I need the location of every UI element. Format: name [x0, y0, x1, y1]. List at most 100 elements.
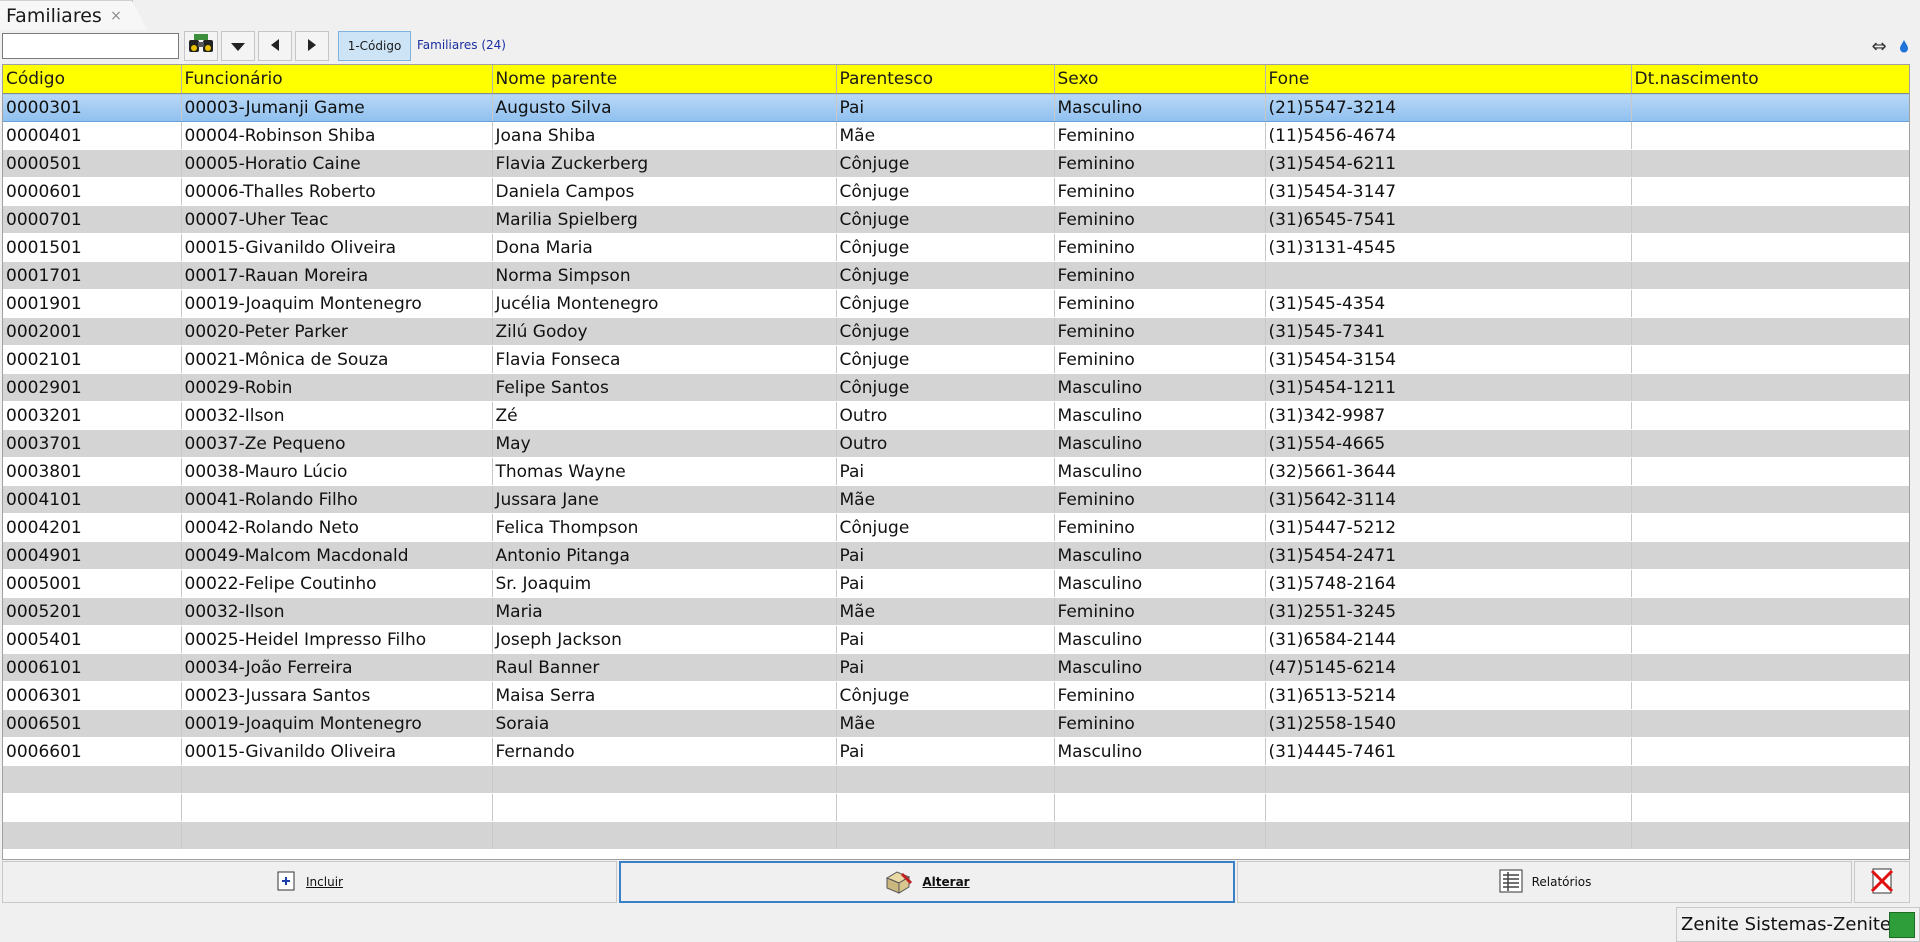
table-cell[interactable]: Augusto Silva — [492, 93, 837, 122]
table-cell[interactable] — [836, 765, 1055, 794]
table-cell[interactable]: 0005001 — [3, 569, 182, 598]
table-cell[interactable]: Cônjuge — [836, 233, 1055, 262]
table-cell[interactable] — [1631, 793, 1909, 822]
table-cell[interactable]: 00021-Mônica de Souza — [181, 345, 493, 374]
table-cell[interactable]: Masculino — [1054, 653, 1266, 682]
table-row[interactable]: 0001501 00015-Givanildo Oliveira Dona Mari… — [3, 233, 1909, 262]
table-cell[interactable]: Masculino — [1054, 457, 1266, 486]
table-cell[interactable] — [1265, 821, 1632, 850]
table-cell[interactable] — [181, 793, 493, 822]
table-cell[interactable]: Cônjuge — [836, 177, 1055, 206]
table-cell[interactable]: 0003201 — [3, 401, 182, 430]
table-cell[interactable]: Pai — [836, 93, 1055, 122]
table-cell[interactable] — [1054, 821, 1266, 850]
table-row[interactable]: 0001901 00019-Joaquim Montenegro Jucélia M… — [3, 289, 1909, 318]
table-cell[interactable]: (31)5447-5212 — [1265, 513, 1632, 542]
table-cell[interactable]: Daniela Campos — [492, 177, 837, 206]
table-cell[interactable] — [1631, 513, 1909, 542]
table-cell[interactable]: Masculino — [1054, 401, 1266, 430]
table-cell[interactable]: Zé — [492, 401, 837, 430]
table-cell[interactable] — [1631, 541, 1909, 570]
table-row[interactable]: 0005001 00022-Felipe Coutinho Sr. Joaquim P… — [3, 569, 1909, 598]
table-cell[interactable]: 0001901 — [3, 289, 182, 318]
column-header[interactable]: Código — [3, 65, 182, 94]
column-header[interactable]: Parentesco — [836, 65, 1055, 94]
resize-columns-icon[interactable]: ⇔ — [1868, 33, 1890, 59]
next-button[interactable] — [295, 31, 329, 61]
table-cell[interactable]: Masculino — [1054, 625, 1266, 654]
table-row[interactable]: 0006501 00019-Joaquim Montenegro Soraia Mãe… — [3, 709, 1909, 738]
close-button[interactable] — [1854, 861, 1910, 903]
table-cell[interactable]: 00004-Robinson Shiba — [181, 121, 493, 150]
table-cell[interactable]: Feminino — [1054, 317, 1266, 346]
table-cell[interactable]: (31)5748-2164 — [1265, 569, 1632, 598]
dropdown-button[interactable] — [221, 31, 255, 61]
table-cell[interactable]: Felica Thompson — [492, 513, 837, 542]
search-input[interactable] — [2, 33, 179, 59]
table-cell[interactable]: 0004201 — [3, 513, 182, 542]
table-row[interactable] — [3, 821, 1909, 850]
table-cell[interactable] — [836, 793, 1055, 822]
table-cell[interactable]: (31)5454-3154 — [1265, 345, 1632, 374]
table-cell[interactable] — [1631, 205, 1909, 234]
table-cell[interactable] — [1265, 261, 1632, 290]
table-cell[interactable]: (31)5454-1211 — [1265, 373, 1632, 402]
table-cell[interactable]: 00003-Jumanji Game — [181, 93, 493, 122]
table-cell[interactable]: Marilia Spielberg — [492, 205, 837, 234]
table-cell[interactable]: Feminino — [1054, 709, 1266, 738]
table-cell[interactable]: (47)5145-6214 — [1265, 653, 1632, 682]
table-cell[interactable]: (31)554-4665 — [1265, 429, 1632, 458]
table-row[interactable]: 0006301 00023-Jussara Santos Maisa Serra Cô… — [3, 681, 1909, 710]
table-cell[interactable]: Zilú Godoy — [492, 317, 837, 346]
table-cell[interactable] — [1631, 289, 1909, 318]
table-row[interactable]: 0003701 00037-Ze Pequeno May Outro Masculino… — [3, 429, 1909, 458]
table-cell[interactable]: Masculino — [1054, 541, 1266, 570]
table-cell[interactable]: Feminino — [1054, 597, 1266, 626]
table-cell[interactable] — [1265, 765, 1632, 794]
table-cell[interactable]: 00007-Uher Teac — [181, 205, 493, 234]
previous-button[interactable] — [258, 31, 292, 61]
column-header[interactable]: Nome parente — [492, 65, 837, 94]
table-cell[interactable] — [1631, 569, 1909, 598]
table-cell[interactable]: Feminino — [1054, 261, 1266, 290]
table-cell[interactable]: 00029-Robin — [181, 373, 493, 402]
table-cell[interactable]: 0000601 — [3, 177, 182, 206]
table-cell[interactable] — [836, 821, 1055, 850]
table-cell[interactable]: 00037-Ze Pequeno — [181, 429, 493, 458]
table-cell[interactable] — [1631, 765, 1909, 794]
relatorios-button[interactable]: Relatórios — [1237, 861, 1852, 903]
tab-close-icon[interactable]: × — [110, 1, 122, 31]
table-cell[interactable]: Jucélia Montenegro — [492, 289, 837, 318]
table-cell[interactable] — [1631, 149, 1909, 178]
table-cell[interactable]: Feminino — [1054, 485, 1266, 514]
table-cell[interactable]: 0006301 — [3, 681, 182, 710]
table-cell[interactable]: (31)5454-6211 — [1265, 149, 1632, 178]
table-cell[interactable]: 0002101 — [3, 345, 182, 374]
column-header[interactable]: Dt.nascimento — [1631, 65, 1909, 94]
table-cell[interactable]: (31)2558-1540 — [1265, 709, 1632, 738]
table-cell[interactable]: Soraia — [492, 709, 837, 738]
table-cell[interactable]: Antonio Pitanga — [492, 541, 837, 570]
table-cell[interactable]: Cônjuge — [836, 373, 1055, 402]
table-cell[interactable]: (31)342-9987 — [1265, 401, 1632, 430]
table-cell[interactable]: 0003801 — [3, 457, 182, 486]
table-cell[interactable]: Cônjuge — [836, 149, 1055, 178]
table-cell[interactable]: (31)545-7341 — [1265, 317, 1632, 346]
table-cell[interactable]: 0003701 — [3, 429, 182, 458]
table-cell[interactable]: 00049-Malcom Macdonald — [181, 541, 493, 570]
table-cell[interactable]: Flavia Zuckerberg — [492, 149, 837, 178]
table-cell[interactable]: Pai — [836, 653, 1055, 682]
table-cell[interactable] — [1631, 233, 1909, 262]
table-cell[interactable]: Feminino — [1054, 513, 1266, 542]
table-cell[interactable]: Outro — [836, 429, 1055, 458]
table-cell[interactable]: Pai — [836, 737, 1055, 766]
table-cell[interactable] — [3, 793, 182, 822]
table-cell[interactable]: 0006501 — [3, 709, 182, 738]
table-cell[interactable]: Cônjuge — [836, 205, 1055, 234]
table-cell[interactable]: 0002001 — [3, 317, 182, 346]
table-cell[interactable] — [181, 821, 493, 850]
table-cell[interactable]: Cônjuge — [836, 317, 1055, 346]
table-cell[interactable]: (31)3131-4545 — [1265, 233, 1632, 262]
table-cell[interactable]: 00017-Rauan Moreira — [181, 261, 493, 290]
table-cell[interactable]: 0000301 — [3, 93, 182, 122]
